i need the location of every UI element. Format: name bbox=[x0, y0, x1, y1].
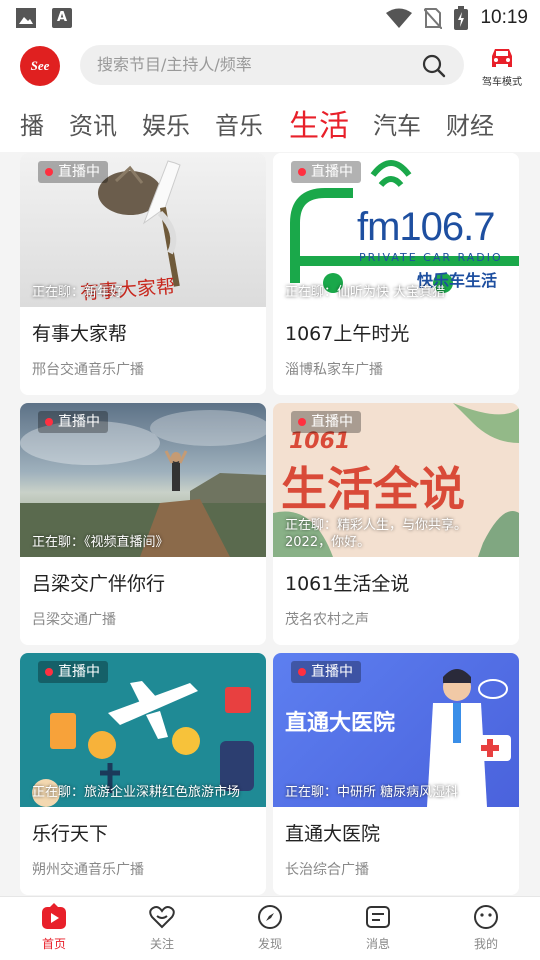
drive-mode-button[interactable]: 驾车模式 bbox=[480, 46, 524, 88]
nav-discover[interactable]: 发现 bbox=[240, 903, 300, 952]
thumbnail-subcaption: PRIVATE CAR RADIO bbox=[359, 251, 503, 264]
station-name: 邢台交通音乐广播 bbox=[32, 362, 144, 378]
heart-icon bbox=[149, 906, 175, 929]
a-icon: A bbox=[52, 8, 72, 28]
no-sim-icon bbox=[424, 8, 443, 29]
tab-finance[interactable]: 财经 bbox=[446, 106, 494, 141]
nav-label: 我的 bbox=[473, 937, 498, 951]
station-name: 淄博私家车广播 bbox=[285, 362, 383, 378]
category-tabs: 播 资讯 娱乐 音乐 生活 汽车 财经 bbox=[0, 96, 540, 152]
nav-label: 首页 bbox=[41, 937, 66, 951]
clock: 10:19 bbox=[480, 7, 528, 28]
station-name: 长治综合广播 bbox=[285, 862, 369, 878]
now-playing: 正在聊：《视频直播间》 bbox=[32, 535, 169, 550]
tab-auto[interactable]: 汽车 bbox=[373, 106, 421, 141]
program-card[interactable]: 直通大医院 直播中 正在聊：中研所 糖尿病风湿科 直通大医院 长治综合广播 bbox=[273, 653, 519, 895]
live-badge: 直播中 bbox=[38, 661, 108, 683]
profile-icon bbox=[474, 905, 498, 929]
tab-bo[interactable]: 播 bbox=[20, 106, 44, 141]
drive-mode-label: 驾车模式 bbox=[482, 77, 522, 88]
tab-entertainment[interactable]: 娱乐 bbox=[142, 106, 190, 141]
tab-life[interactable]: 生活 bbox=[289, 101, 349, 145]
program-thumbnail: 直播中 正在聊：旅游企业深耕红色旅游市场 bbox=[20, 653, 266, 807]
program-card[interactable]: 直播中 正在聊：《视频直播间》 吕梁交广伴你行 吕梁交通广播 bbox=[20, 403, 266, 645]
station-name: 吕梁交通广播 bbox=[32, 612, 116, 628]
now-playing: 正在聊：仙听为快 大宝真猎 bbox=[285, 285, 446, 300]
now-playing: 正在聊：旅游企业深耕红色旅游市场 bbox=[32, 785, 241, 800]
program-title: 1061生活全说 bbox=[285, 573, 410, 595]
nav-follow[interactable]: 关注 bbox=[132, 903, 192, 952]
now-playing: 正在聊：中研所 糖尿病风湿科 bbox=[285, 785, 459, 800]
search-box[interactable]: 搜索节目/主持人/频率 bbox=[80, 45, 464, 85]
wifi-icon bbox=[386, 8, 413, 28]
program-card[interactable]: 1061 生活全说 直播中 正在聊：精彩人生，与你共享。2022，你好。 106… bbox=[273, 403, 519, 645]
now-playing: 正在聊：新年好 bbox=[32, 285, 124, 300]
nav-label: 发现 bbox=[257, 937, 282, 951]
program-card[interactable]: 有事大家帮 直播中 正在聊：新年好 有事大家帮 邢台交通音乐广播 bbox=[20, 153, 266, 395]
live-badge: 直播中 bbox=[38, 161, 108, 183]
thumbnail-caption: 生活全说 bbox=[281, 462, 465, 516]
program-thumbnail: 直通大医院 直播中 正在聊：中研所 糖尿病风湿科 bbox=[273, 653, 519, 807]
compass-icon bbox=[258, 905, 282, 929]
battery-icon bbox=[454, 6, 469, 30]
thumbnail-caption: 直通大医院 bbox=[285, 711, 396, 736]
program-thumbnail: 直播中 正在聊：《视频直播间》 bbox=[20, 403, 266, 557]
now-playing: 正在聊：精彩人生，与你共享。2022，你好。 bbox=[285, 518, 468, 550]
app-header: See 搜索节目/主持人/频率 驾车模式 bbox=[0, 36, 540, 96]
program-thumbnail: 有事大家帮 直播中 正在聊：新年好 bbox=[20, 153, 266, 307]
program-title: 直通大医院 bbox=[285, 823, 381, 845]
message-icon bbox=[366, 906, 390, 928]
live-badge: 直播中 bbox=[291, 411, 361, 433]
program-card[interactable]: 直播中 正在聊：旅游企业深耕红色旅游市场 乐行天下 朔州交通音乐广播 bbox=[20, 653, 266, 895]
program-title: 1067上午时光 bbox=[285, 323, 410, 345]
program-title: 乐行天下 bbox=[32, 823, 109, 845]
program-thumbnail: fm106.7 PRIVATE CAR RADIO 快乐车生活 直播中 正在聊：… bbox=[273, 153, 519, 307]
program-title: 有事大家帮 bbox=[32, 323, 128, 345]
app-logo[interactable]: See bbox=[20, 46, 60, 86]
program-thumbnail: 1061 生活全说 直播中 正在聊：精彩人生，与你共享。2022，你好。 bbox=[273, 403, 519, 557]
home-icon bbox=[42, 903, 66, 929]
nav-label: 消息 bbox=[365, 937, 390, 951]
station-name: 茂名农村之声 bbox=[285, 612, 369, 628]
program-title: 吕梁交广伴你行 bbox=[32, 573, 166, 595]
live-badge: 直播中 bbox=[291, 161, 361, 183]
live-badge: 直播中 bbox=[291, 661, 361, 683]
gallery-icon bbox=[16, 8, 36, 28]
nav-label: 关注 bbox=[149, 937, 174, 951]
program-card[interactable]: fm106.7 PRIVATE CAR RADIO 快乐车生活 直播中 正在聊：… bbox=[273, 153, 519, 395]
nav-profile[interactable]: 我的 bbox=[456, 903, 516, 952]
car-icon bbox=[492, 49, 512, 67]
thumbnail-caption: fm106.7 bbox=[357, 205, 496, 249]
status-bar: A 10:19 bbox=[0, 0, 540, 36]
bottom-navigation: 首页 关注 发现 消息 我的 bbox=[0, 896, 540, 960]
nav-home[interactable]: 首页 bbox=[24, 903, 84, 952]
station-name: 朔州交通音乐广播 bbox=[32, 862, 144, 878]
search-icon[interactable] bbox=[422, 54, 446, 78]
tab-news[interactable]: 资讯 bbox=[69, 106, 117, 141]
tab-music[interactable]: 音乐 bbox=[215, 106, 263, 141]
search-input[interactable]: 搜索节目/主持人/频率 bbox=[97, 45, 252, 85]
nav-messages[interactable]: 消息 bbox=[348, 903, 408, 952]
live-badge: 直播中 bbox=[38, 411, 108, 433]
